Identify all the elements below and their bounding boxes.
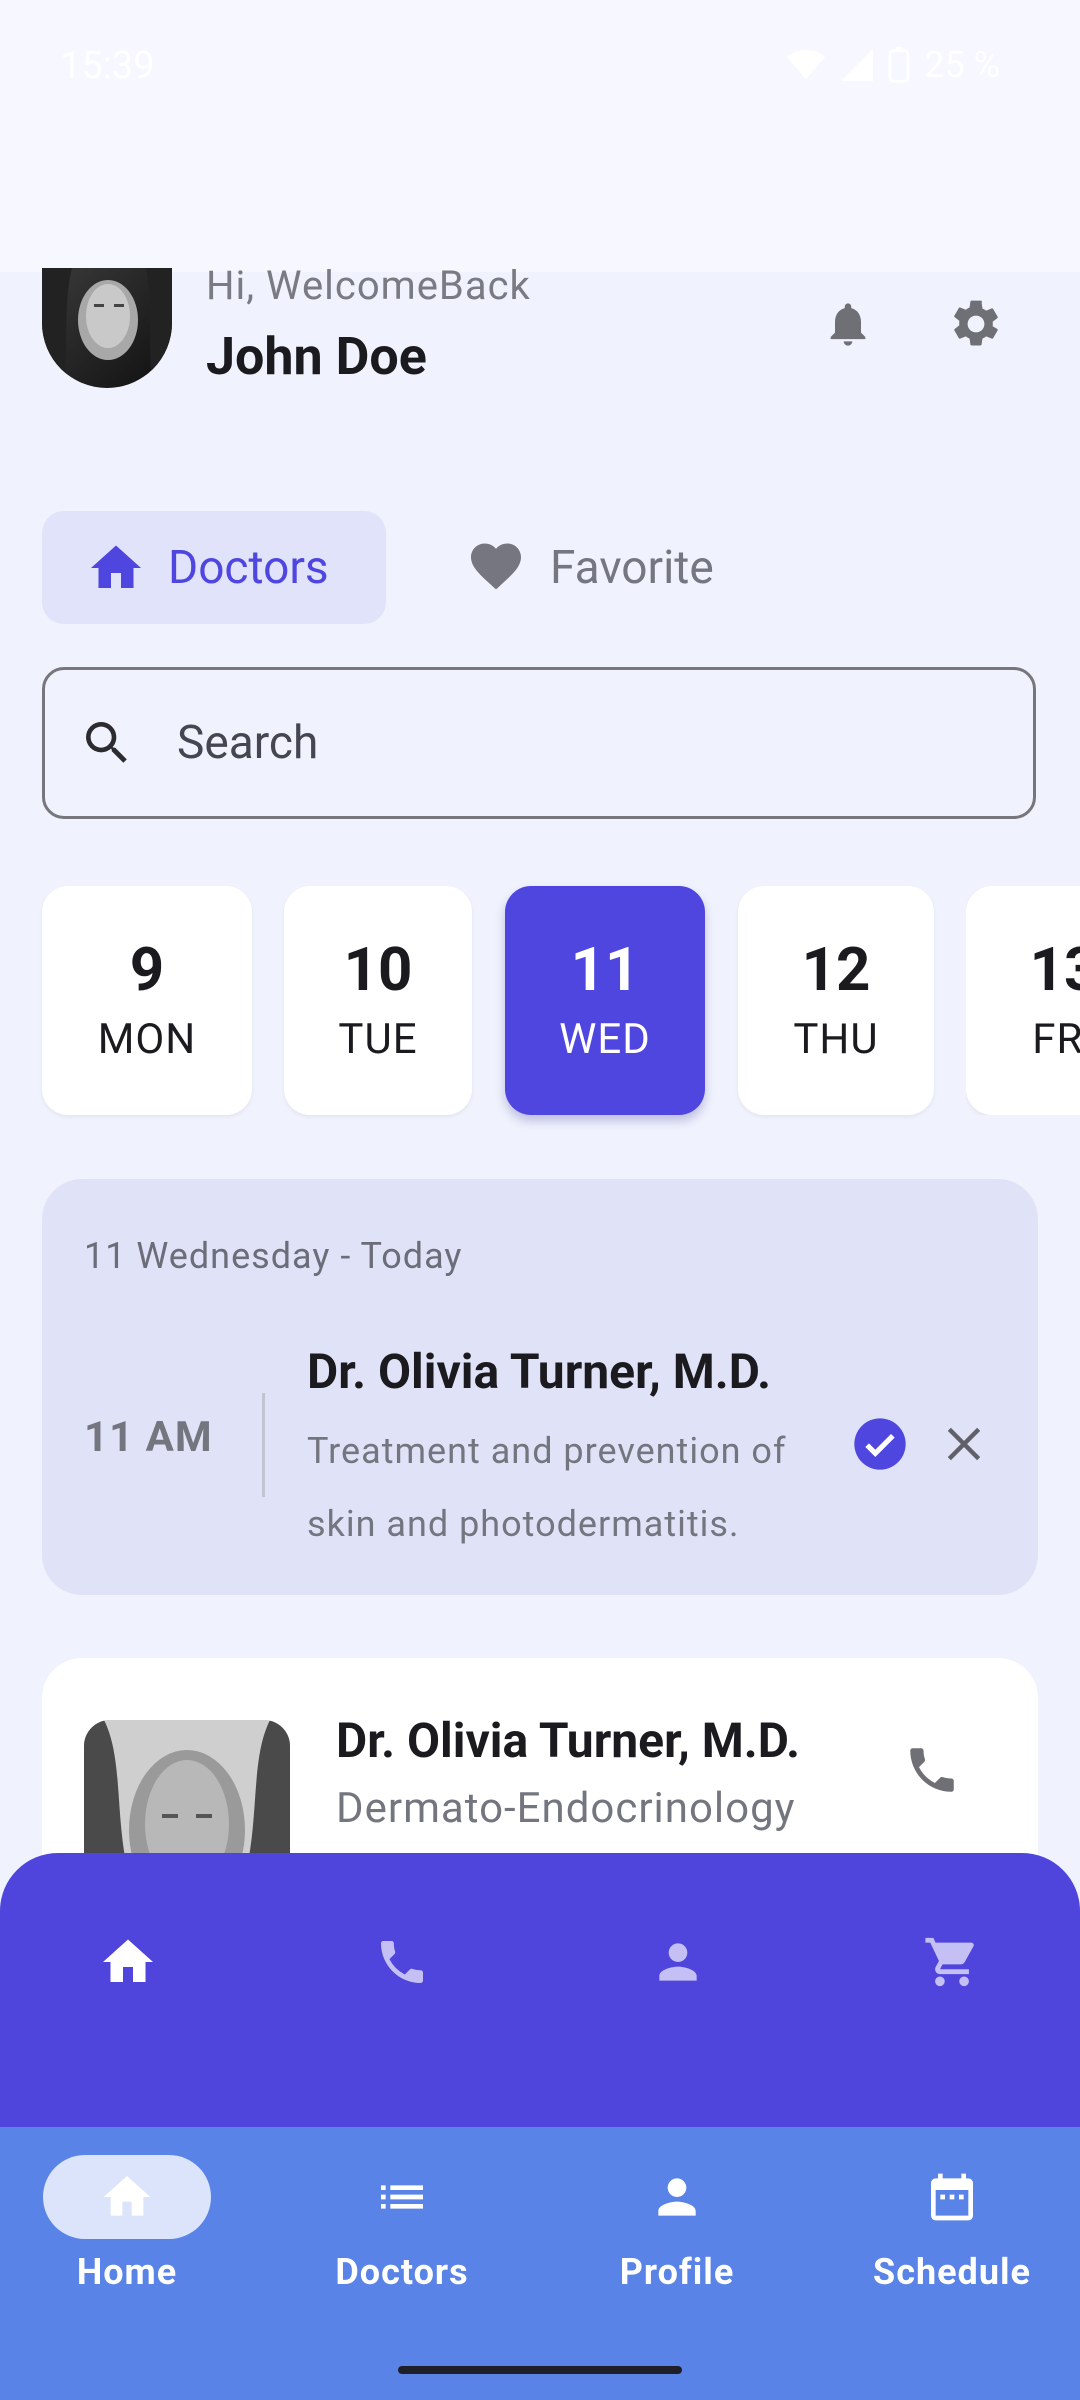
doctor-specialty: Dermato-Endocrinology <box>336 1784 796 1833</box>
battery-percent: 25 % <box>924 44 1000 86</box>
calendar-icon <box>931 2173 973 2221</box>
appointment-time: 11 AM <box>84 1413 213 1462</box>
home-icon <box>86 538 146 598</box>
day-number: 13 <box>1029 933 1080 1005</box>
day-weekday: THU <box>793 1014 879 1064</box>
day-number: 11 <box>570 933 640 1005</box>
heart-icon <box>466 536 526 600</box>
nav-item-profile[interactable]: Profile <box>567 2155 787 2293</box>
day-weekday: TUE <box>338 1014 418 1064</box>
call-phone-icon[interactable] <box>900 1738 964 1802</box>
search-placeholder: Search <box>177 716 319 770</box>
day-chip-thu[interactable]: 12 THU <box>738 886 934 1115</box>
nav-icon-wrap <box>593 2155 761 2239</box>
nav-icon-wrap <box>318 2155 486 2239</box>
user-name: John Doe <box>206 326 427 387</box>
nav-label-schedule: Schedule <box>873 2251 1031 2293</box>
search-icon <box>79 715 135 771</box>
day-number: 10 <box>343 933 413 1005</box>
bottom-navigation: Home Doctors Profile Schedule <box>0 2127 1080 2400</box>
tab-doctors-label: Doctors <box>168 540 329 595</box>
signal-icon <box>841 49 874 81</box>
divider <box>262 1393 265 1497</box>
day-weekday: FRI <box>1032 1014 1080 1064</box>
nav-item-schedule[interactable]: Schedule <box>842 2155 1062 2293</box>
tab-favorite-label: Favorite <box>550 540 714 595</box>
appointment-doctor-name: Dr. Olivia Turner, M.D. <box>307 1343 772 1400</box>
person-icon[interactable] <box>642 1926 714 1998</box>
nav-indicator <box>43 2155 211 2239</box>
status-time: 15:39 <box>60 44 155 88</box>
day-chip-wed-selected[interactable]: 11 WED <box>505 886 705 1115</box>
appointment-description: Treatment and prevention of skin and pho… <box>307 1430 787 1545</box>
nav-label-home: Home <box>76 2251 178 2293</box>
day-chip-tue[interactable]: 10 TUE <box>284 886 472 1115</box>
notification-bell-icon[interactable] <box>816 292 880 356</box>
search-field[interactable]: Search <box>42 667 1036 819</box>
confirm-check-icon[interactable] <box>852 1416 908 1472</box>
day-weekday: WED <box>559 1014 651 1064</box>
day-chip-fri[interactable]: 13 FRI <box>966 886 1080 1115</box>
home-icon[interactable] <box>92 1926 164 1998</box>
home-icon <box>103 2176 151 2216</box>
nav-icon-wrap <box>868 2155 1036 2239</box>
nav-label-doctors: Doctors <box>335 2251 469 2293</box>
cancel-close-icon[interactable] <box>936 1416 992 1472</box>
nav-item-home[interactable]: Home <box>17 2155 237 2293</box>
nav-label-profile: Profile <box>619 2251 735 2293</box>
status-icons: 25 % <box>786 44 1000 86</box>
day-chip-fri-clip: 13 FRI <box>966 886 1080 1115</box>
greeting-text: Hi, WelcomeBack <box>206 262 531 309</box>
doctor-name: Dr. Olivia Turner, M.D. <box>336 1712 801 1769</box>
gesture-handle[interactable] <box>398 2366 682 2374</box>
day-chip-mon[interactable]: 9 MON <box>42 886 252 1115</box>
avatar[interactable] <box>42 268 172 388</box>
tab-favorite[interactable]: Favorite <box>466 511 714 624</box>
nav-item-doctors[interactable]: Doctors <box>292 2155 512 2293</box>
phone-icon[interactable] <box>366 1926 438 1998</box>
settings-gear-icon[interactable] <box>944 292 1008 356</box>
cart-icon[interactable] <box>916 1926 988 1998</box>
person-icon <box>658 2178 696 2216</box>
day-weekday: MON <box>97 1014 197 1064</box>
quick-action-bar <box>0 1853 1080 2173</box>
tab-doctors[interactable]: Doctors <box>42 511 386 624</box>
wifi-icon <box>787 49 826 80</box>
day-number: 9 <box>129 933 165 1005</box>
appointment-card[interactable]: 11 Wednesday - Today 11 AM Dr. Olivia Tu… <box>42 1179 1038 1595</box>
battery-icon <box>888 47 910 83</box>
list-icon <box>381 2185 423 2209</box>
day-number: 12 <box>801 933 871 1005</box>
status-bar: 15:39 25 % <box>0 0 1080 272</box>
appointment-date: 11 Wednesday - Today <box>84 1235 463 1277</box>
